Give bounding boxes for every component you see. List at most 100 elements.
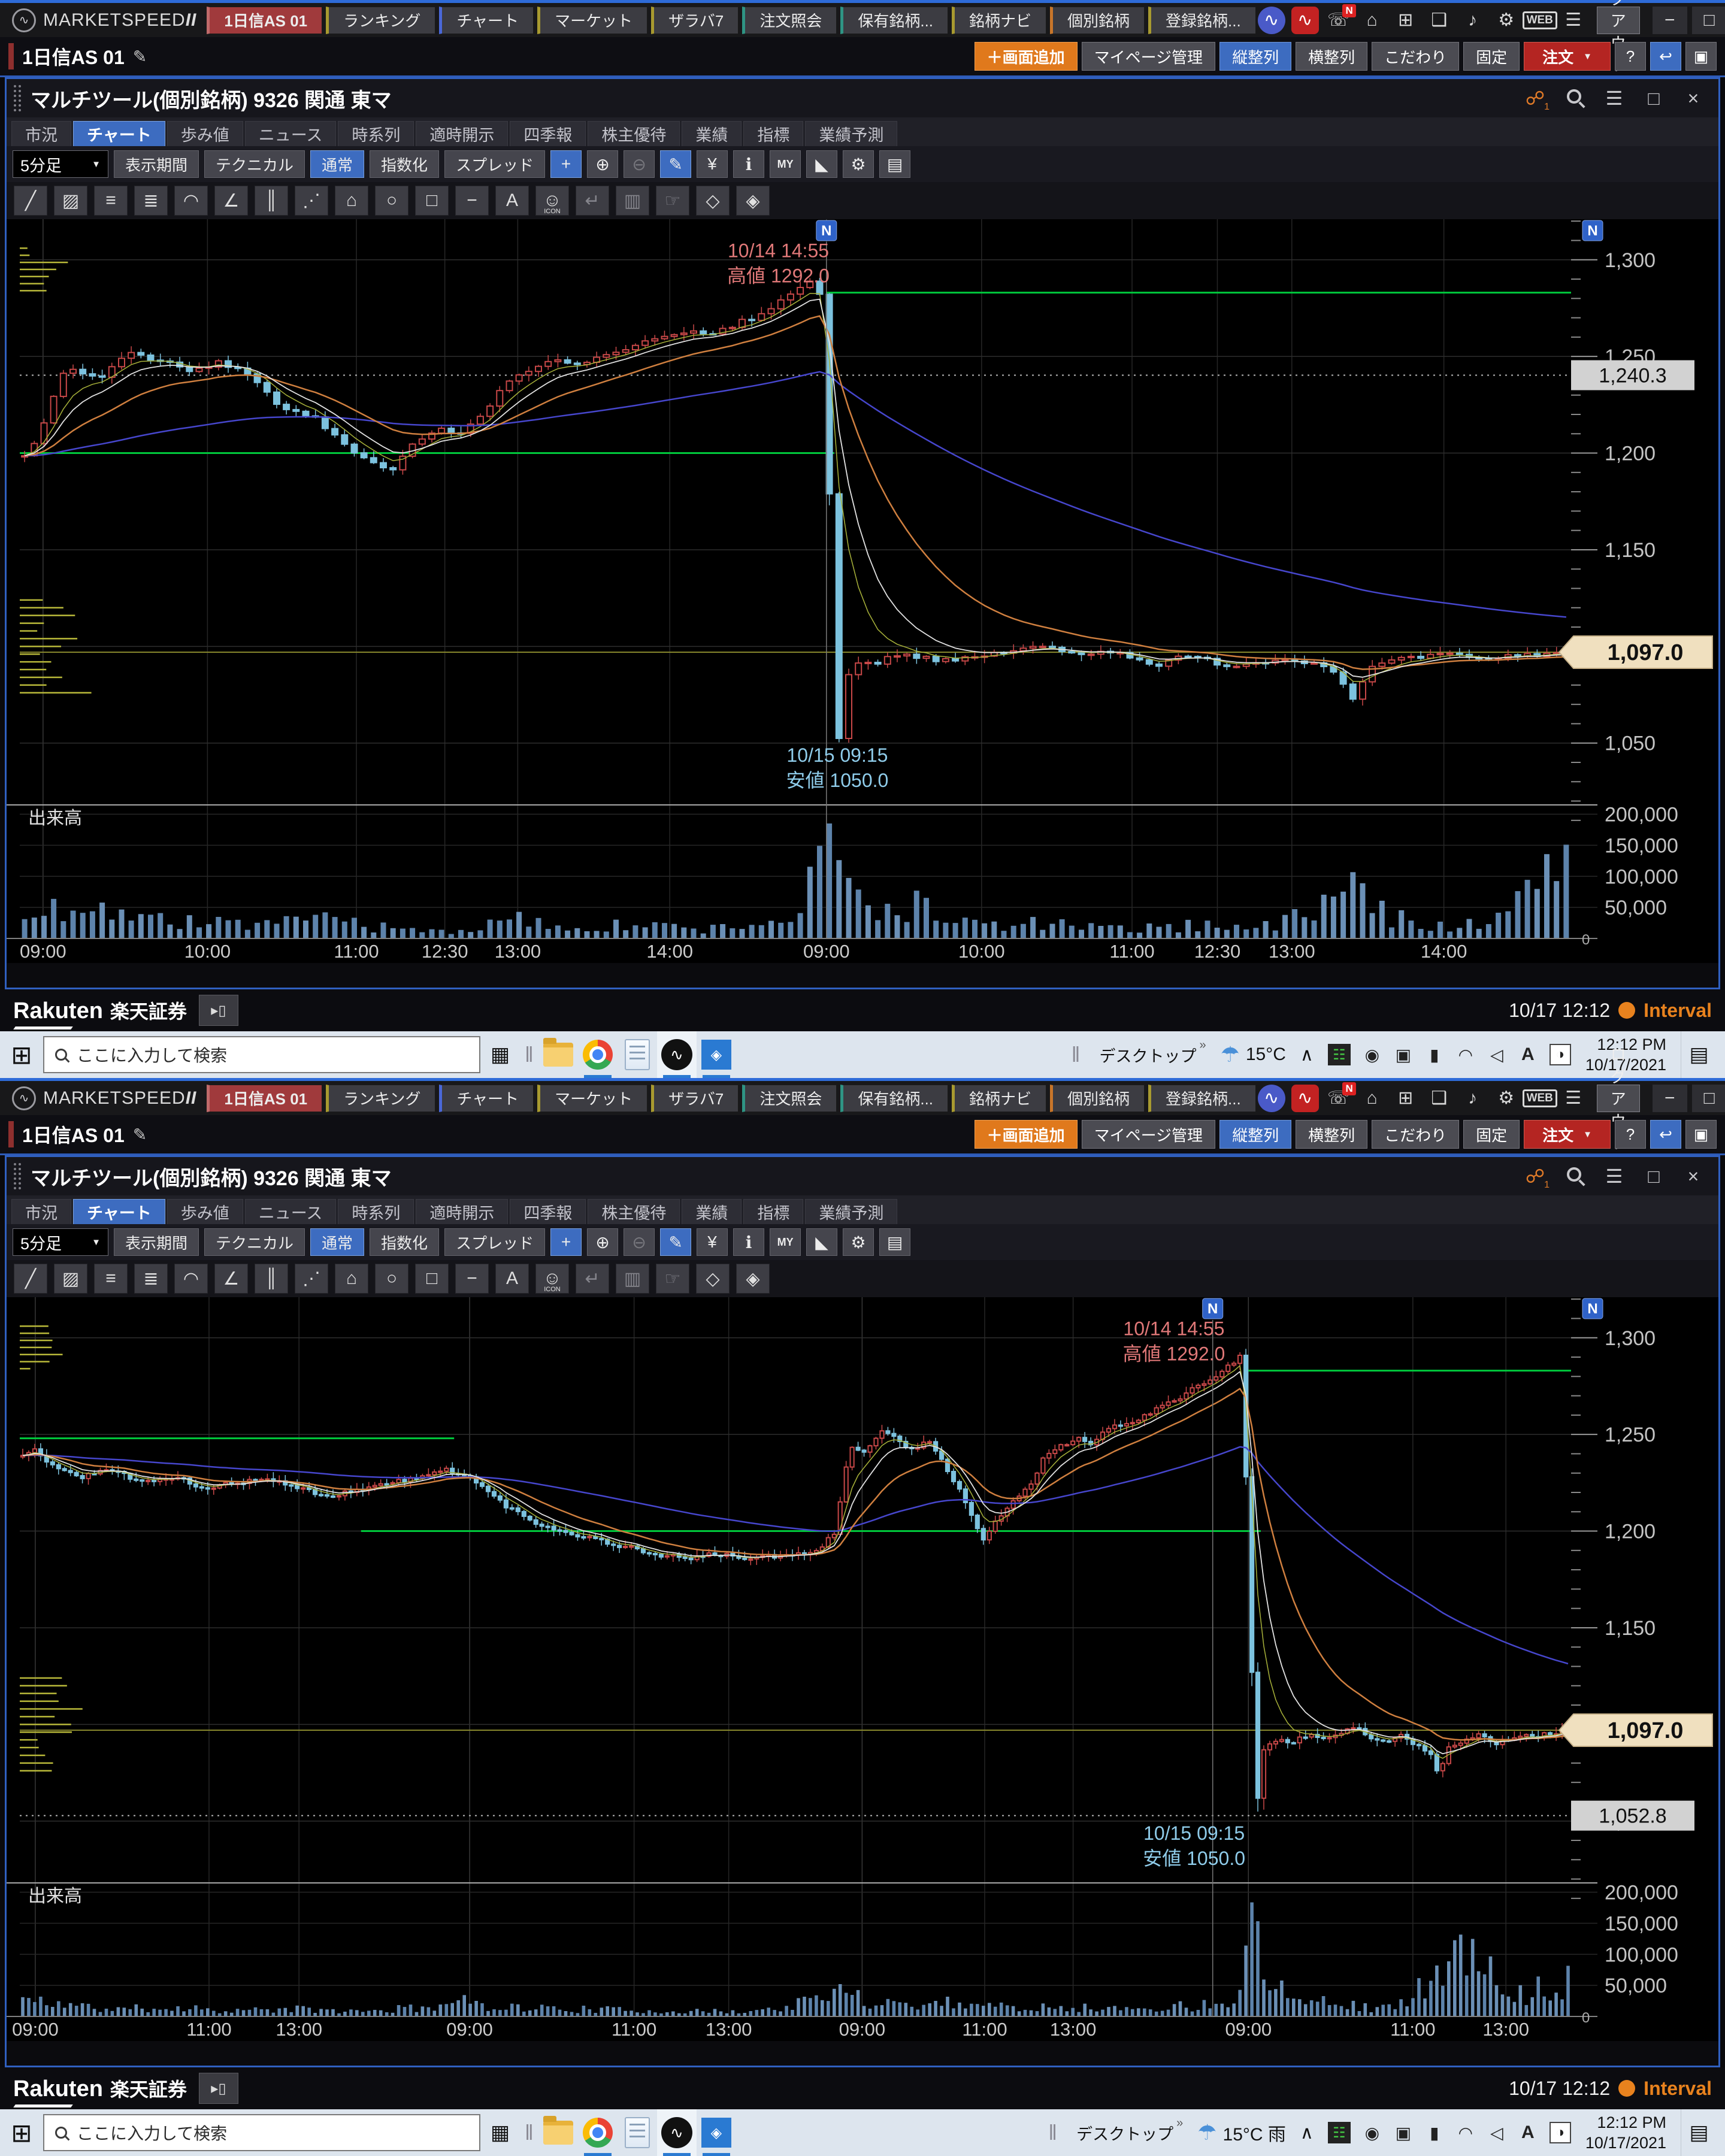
fixed-button[interactable]: 固定 bbox=[1463, 42, 1520, 71]
info-icon[interactable]: ℹ bbox=[733, 150, 764, 178]
tab-news[interactable]: ニュース bbox=[245, 121, 337, 146]
window-close-icon[interactable]: × bbox=[1681, 86, 1705, 110]
restore-button[interactable]: □ bbox=[1692, 1085, 1725, 1112]
segment-tool-icon[interactable]: − bbox=[455, 1264, 489, 1294]
technical-button[interactable]: テクニカル bbox=[204, 1228, 305, 1256]
notepad-icon[interactable] bbox=[618, 2109, 657, 2156]
tab-timely-disclosure[interactable]: 適時開示 bbox=[416, 1199, 508, 1224]
add-screen-button[interactable]: ＋画面追加 bbox=[975, 1120, 1078, 1149]
marketspeed-taskbar-icon[interactable]: ∿ bbox=[657, 2109, 697, 2156]
stock-widget-tray-icon[interactable]: ☷ bbox=[1328, 1044, 1351, 1065]
eraser-tool-icon[interactable]: ◇ bbox=[696, 186, 730, 216]
task-view-button[interactable]: ▦ bbox=[480, 1031, 520, 1078]
moon-tray-icon[interactable]: ◑ bbox=[1550, 1044, 1571, 1065]
tab-chart[interactable]: チャート bbox=[73, 121, 165, 146]
eraser-all-tool-icon[interactable]: ◈ bbox=[736, 1264, 770, 1294]
web-icon[interactable]: WEB bbox=[1526, 1085, 1554, 1112]
fibonacci-arc-tool-icon[interactable]: ◠ bbox=[174, 186, 208, 216]
tab-shareholder-benefits[interactable]: 株主優待 bbox=[588, 1199, 680, 1224]
notepad-icon[interactable] bbox=[618, 1031, 657, 1078]
kodawari-button[interactable]: こだわり bbox=[1372, 42, 1459, 71]
tab-shikiho[interactable]: 四季報 bbox=[510, 121, 586, 146]
bell-icon[interactable]: ♪ bbox=[1459, 7, 1487, 34]
yen-axis-icon[interactable]: ¥ bbox=[697, 150, 728, 178]
horizontal-lines-tool-icon[interactable]: ≡ bbox=[94, 1264, 128, 1294]
add-window-icon[interactable]: ⊞ bbox=[1392, 1085, 1420, 1112]
window-mode-button[interactable]: ▣ bbox=[1685, 42, 1717, 71]
speaker-tray-icon[interactable]: ◁ bbox=[1487, 1044, 1506, 1065]
vertical-lines-tool-icon[interactable]: ║ bbox=[255, 1264, 288, 1294]
normal-button[interactable]: 通常 bbox=[310, 150, 364, 178]
multi-lines-tool-icon[interactable]: ≣ bbox=[134, 1264, 168, 1294]
help-button[interactable]: ? bbox=[1615, 42, 1646, 71]
menu-1nichi-shin-as-01[interactable]: 1日信AS 01 bbox=[207, 7, 322, 34]
bell-icon[interactable]: ♪ bbox=[1459, 1085, 1487, 1112]
photos-icon[interactable]: ◈ bbox=[697, 2109, 736, 2156]
print-icon[interactable]: ▤ bbox=[879, 1228, 910, 1256]
hand-tool-icon[interactable]: ☞ bbox=[656, 1264, 689, 1294]
menu-registered-stocks[interactable]: 登録銘柄... bbox=[1148, 1085, 1256, 1112]
settings-gear-icon[interactable]: ⚙ bbox=[1493, 1085, 1520, 1112]
undo-tool-icon[interactable]: ↵ bbox=[576, 1264, 609, 1294]
tab-time-series[interactable]: 時系列 bbox=[338, 121, 414, 146]
drag-grip-icon[interactable] bbox=[14, 1163, 21, 1189]
tab-market-condition[interactable]: 市況 bbox=[11, 1199, 71, 1224]
ray-lines-tool-icon[interactable]: ⋰ bbox=[295, 1264, 328, 1294]
news-phone-icon[interactable]: ☏N bbox=[1325, 7, 1352, 34]
edit-pencil-icon[interactable]: ✎ bbox=[133, 1125, 147, 1144]
footer-panel-button[interactable]: ▸▯ bbox=[199, 995, 238, 1026]
menu-1nichi-shin-as-01[interactable]: 1日信AS 01 bbox=[207, 1085, 322, 1112]
horizontal-tile-button[interactable]: 横整列 bbox=[1296, 42, 1367, 71]
display-period-button[interactable]: 表示期間 bbox=[114, 150, 199, 178]
window-close-icon[interactable]: × bbox=[1681, 1164, 1705, 1188]
menu-order-inquiry[interactable]: 注文照会 bbox=[742, 7, 837, 34]
popout-button[interactable]: ↩ bbox=[1650, 1120, 1681, 1149]
footer-panel-button[interactable]: ▸▯ bbox=[199, 2073, 238, 2104]
wifi-tray-icon[interactable]: ◠ bbox=[1456, 2122, 1475, 2143]
pentagon-tool-icon[interactable]: ⌂ bbox=[335, 186, 368, 216]
search-icon[interactable] bbox=[1563, 1164, 1587, 1188]
menu-zaraba7[interactable]: ザラバ7 bbox=[651, 7, 739, 34]
fan-lines-tool-icon[interactable]: ∠ bbox=[214, 1264, 248, 1294]
taskbar-search-input[interactable]: ここに入力して検索 bbox=[43, 1036, 480, 1073]
chrome-icon[interactable] bbox=[578, 2109, 618, 2156]
parallel-lines-tool-icon[interactable]: ▨ bbox=[54, 186, 87, 216]
weather-widget[interactable]: ☂ 15°C 雨 bbox=[1197, 2119, 1286, 2146]
weather-widget[interactable]: ☂ 15°C bbox=[1221, 1042, 1286, 1067]
app-chart-red-icon[interactable]: ∿ bbox=[1291, 7, 1319, 34]
object-list-tool-icon[interactable]: ▥ bbox=[616, 186, 649, 216]
layout-panels-icon[interactable]: ❑ bbox=[1426, 7, 1453, 34]
moon-tray-icon[interactable]: ◑ bbox=[1550, 2122, 1571, 2143]
icon-stamp-tool-icon[interactable]: ☺ICON bbox=[535, 186, 569, 216]
menu-registered-stocks[interactable]: 登録銘柄... bbox=[1148, 7, 1256, 34]
start-button[interactable]: ⊞ bbox=[0, 1031, 43, 1078]
technical-button[interactable]: テクニカル bbox=[204, 150, 305, 178]
rectangle-tool-icon[interactable]: □ bbox=[415, 186, 449, 216]
price-volume-chart[interactable]: 1,3001,2501,2001,1501,1001,050200,000150… bbox=[7, 219, 1718, 963]
notification-center-button[interactable]: ▤ bbox=[1681, 2109, 1717, 2156]
settings-wrench-icon[interactable]: ⚙ bbox=[843, 150, 874, 178]
home-icon[interactable]: ⌂ bbox=[1358, 7, 1386, 34]
chrome-icon[interactable] bbox=[578, 1031, 618, 1078]
undo-tool-icon[interactable]: ↵ bbox=[576, 186, 609, 216]
home-icon[interactable]: ⌂ bbox=[1358, 1085, 1386, 1112]
ray-lines-tool-icon[interactable]: ⋰ bbox=[295, 186, 328, 216]
popout-button[interactable]: ↩ bbox=[1650, 42, 1681, 71]
mypage-manage-button[interactable]: マイページ管理 bbox=[1082, 1120, 1215, 1149]
camera-tray-icon[interactable]: ◉ bbox=[1363, 2122, 1382, 2143]
task-view-button[interactable]: ▦ bbox=[480, 2109, 520, 2156]
minimize-button[interactable]: − bbox=[1653, 1085, 1687, 1112]
draw-pencil-icon[interactable]: ✎ bbox=[660, 1228, 691, 1256]
tab-indicators[interactable]: 指標 bbox=[743, 1199, 803, 1224]
tab-shikiho[interactable]: 四季報 bbox=[510, 1199, 586, 1224]
settings-gear-icon[interactable]: ⚙ bbox=[1493, 7, 1520, 34]
vertical-tile-button[interactable]: 縦整列 bbox=[1219, 1120, 1291, 1149]
area-chart-icon[interactable]: ◣ bbox=[806, 150, 837, 178]
tab-timely-disclosure[interactable]: 適時開示 bbox=[416, 121, 508, 146]
ellipse-tool-icon[interactable]: ○ bbox=[375, 1264, 408, 1294]
my-indicator-icon[interactable]: MY bbox=[770, 150, 801, 178]
menu-ranking[interactable]: ランキング bbox=[326, 1085, 435, 1112]
taskbar-search-input[interactable]: ここに入力して検索 bbox=[43, 2114, 480, 2151]
icon-stamp-tool-icon[interactable]: ☺ICON bbox=[535, 1264, 569, 1294]
window-restore-icon[interactable]: □ bbox=[1642, 86, 1666, 110]
